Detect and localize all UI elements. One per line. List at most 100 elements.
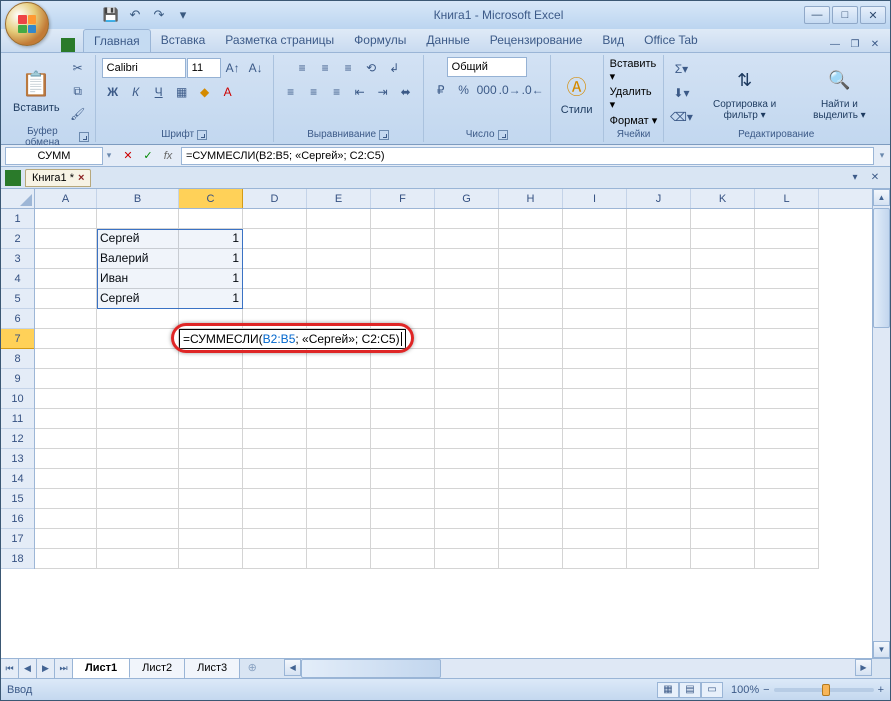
cell[interactable] (691, 229, 755, 249)
cell[interactable] (97, 469, 179, 489)
cell[interactable] (563, 549, 627, 569)
increase-decimal-icon[interactable]: .0→ (499, 79, 521, 101)
column-header[interactable]: L (755, 189, 819, 208)
page-layout-view-button[interactable]: ▤ (679, 682, 701, 698)
ribbon-tab[interactable]: Office Tab (634, 29, 708, 52)
number-format-combo[interactable]: Общий (447, 57, 527, 77)
sort-filter-button[interactable]: ⇅ Сортировка и фильтр ▾ (695, 63, 793, 123)
close-button[interactable]: ✕ (860, 6, 886, 24)
cell[interactable] (307, 349, 371, 369)
fx-button[interactable]: fx (159, 147, 177, 165)
cell[interactable] (691, 289, 755, 309)
alignment-dialog-launcher[interactable] (379, 130, 389, 140)
maximize-button[interactable]: □ (832, 6, 858, 24)
cell[interactable] (755, 329, 819, 349)
cell[interactable] (243, 369, 307, 389)
cell[interactable] (627, 489, 691, 509)
cell[interactable] (499, 509, 563, 529)
column-header[interactable]: K (691, 189, 755, 208)
align-right-icon[interactable]: ≡ (326, 81, 348, 103)
workbook-tab[interactable]: Книга1 * × (25, 169, 91, 187)
cell[interactable] (179, 389, 243, 409)
align-left-icon[interactable]: ≡ (280, 81, 302, 103)
cell[interactable] (627, 209, 691, 229)
cell[interactable] (563, 289, 627, 309)
cell[interactable] (499, 369, 563, 389)
cell[interactable] (179, 409, 243, 429)
cell[interactable] (243, 389, 307, 409)
cell[interactable]: Валерий (97, 249, 179, 269)
cell[interactable] (563, 349, 627, 369)
delete-cells-button[interactable]: Удалить ▾ (610, 86, 658, 111)
cell[interactable] (307, 249, 371, 269)
cell[interactable] (371, 369, 435, 389)
cell[interactable] (755, 549, 819, 569)
cell[interactable] (243, 549, 307, 569)
wb-close-icon[interactable]: ✕ (866, 170, 884, 186)
cell[interactable] (563, 529, 627, 549)
cell[interactable] (627, 409, 691, 429)
font-dialog-launcher[interactable] (197, 130, 207, 140)
workbook-close-icon[interactable]: × (78, 172, 84, 184)
minimize-button[interactable]: — (804, 6, 830, 24)
cell[interactable] (499, 409, 563, 429)
cell[interactable] (97, 529, 179, 549)
cell[interactable]: 1 (179, 249, 243, 269)
cell[interactable] (691, 369, 755, 389)
cell[interactable] (435, 409, 499, 429)
cell[interactable] (307, 409, 371, 429)
cell[interactable] (179, 529, 243, 549)
cell[interactable] (435, 209, 499, 229)
column-header[interactable]: E (307, 189, 371, 208)
sheet-nav-prev-icon[interactable]: ◀ (19, 659, 37, 678)
row-header[interactable]: 6 (1, 309, 34, 329)
cell[interactable] (627, 309, 691, 329)
styles-button[interactable]: Ⓐ Стили (557, 68, 597, 118)
cell[interactable] (307, 509, 371, 529)
scroll-down-icon[interactable]: ▼ (873, 641, 890, 658)
cell[interactable] (371, 309, 435, 329)
cell[interactable] (755, 449, 819, 469)
column-header[interactable]: G (435, 189, 499, 208)
decrease-indent-icon[interactable]: ⇤ (349, 81, 371, 103)
bold-icon[interactable]: Ж (102, 81, 124, 103)
cell[interactable] (435, 469, 499, 489)
scroll-right-icon[interactable]: ▶ (855, 659, 872, 676)
cell[interactable] (563, 429, 627, 449)
fill-color-icon[interactable]: ◆ (194, 81, 216, 103)
row-header[interactable]: 8 (1, 349, 34, 369)
cell[interactable] (691, 489, 755, 509)
underline-icon[interactable]: Ч (148, 81, 170, 103)
cell[interactable] (179, 449, 243, 469)
name-box-dropdown-icon[interactable]: ▾ (103, 150, 115, 161)
cell[interactable] (97, 489, 179, 509)
cell[interactable] (435, 549, 499, 569)
cell[interactable]: 1 (179, 229, 243, 249)
cell[interactable] (35, 509, 97, 529)
cell[interactable] (97, 429, 179, 449)
cell[interactable] (563, 329, 627, 349)
comma-icon[interactable]: 000 (476, 79, 498, 101)
ribbon-tab[interactable]: Разметка страницы (215, 29, 344, 52)
row-header[interactable]: 10 (1, 389, 34, 409)
cell[interactable] (691, 249, 755, 269)
row-header[interactable]: 14 (1, 469, 34, 489)
cell[interactable] (371, 249, 435, 269)
cell[interactable] (307, 289, 371, 309)
cell[interactable] (627, 269, 691, 289)
cell[interactable] (243, 309, 307, 329)
active-edit-cell[interactable]: =СУММЕСЛИ(B2:B5; «Сергей»; C2:C5) (179, 329, 406, 349)
cell[interactable] (371, 269, 435, 289)
cell[interactable] (755, 349, 819, 369)
font-size-combo[interactable]: 11 (187, 58, 221, 78)
cell[interactable] (691, 209, 755, 229)
cell[interactable] (35, 209, 97, 229)
zoom-slider[interactable] (774, 688, 874, 692)
cell[interactable] (563, 409, 627, 429)
cell[interactable] (691, 549, 755, 569)
cell[interactable] (435, 489, 499, 509)
cell[interactable] (499, 429, 563, 449)
cell[interactable] (371, 509, 435, 529)
cell[interactable] (371, 449, 435, 469)
cell[interactable] (563, 389, 627, 409)
